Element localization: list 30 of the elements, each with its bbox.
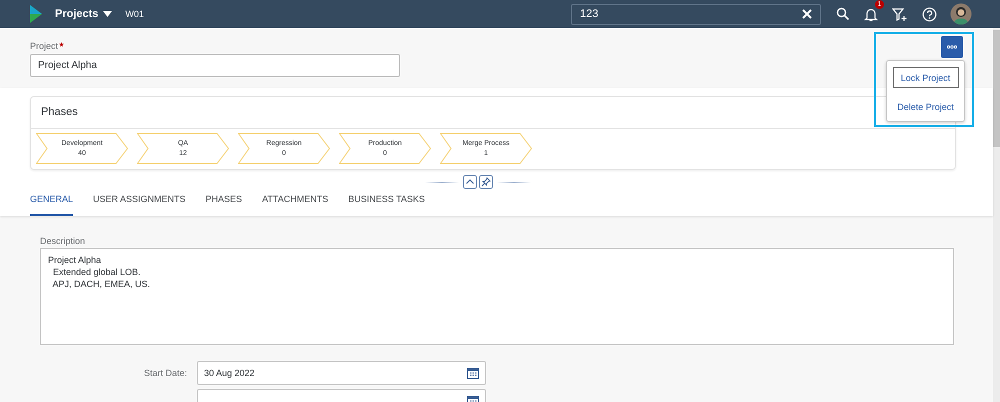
scrollbar-thumb[interactable] bbox=[993, 30, 1000, 147]
tab[interactable]: BUSINESS TASKS bbox=[348, 192, 425, 216]
field-label: Project bbox=[30, 41, 58, 51]
pin-header-button[interactable] bbox=[479, 175, 493, 189]
date-field[interactable]: 30 Aug 2022 bbox=[197, 361, 486, 385]
more-button[interactable] bbox=[941, 36, 963, 58]
filter-add-icon[interactable] bbox=[892, 6, 908, 22]
app-subtitle: W01 bbox=[125, 9, 144, 19]
description-textarea[interactable]: Project Alpha Extended global LOB. APJ, DACH, EMEA, US. bbox=[40, 248, 954, 345]
tab[interactable]: PHASES bbox=[206, 192, 242, 216]
menu-item[interactable]: Delete Project bbox=[892, 96, 958, 117]
menu-item[interactable]: Lock Project bbox=[892, 67, 958, 88]
logo-icon[interactable] bbox=[30, 5, 42, 23]
search-field[interactable]: 123 bbox=[571, 4, 821, 24]
search-icon[interactable] bbox=[836, 7, 850, 21]
help-icon[interactable] bbox=[922, 6, 937, 22]
tab[interactable]: ATTACHMENTS bbox=[262, 192, 328, 216]
notifications-icon[interactable] bbox=[864, 6, 878, 22]
tab[interactable]: GENERAL bbox=[30, 192, 74, 216]
field-label: Description bbox=[40, 236, 86, 248]
tab[interactable]: USER ASSIGNMENTS bbox=[93, 192, 186, 216]
clear-icon[interactable] bbox=[802, 9, 812, 19]
avatar-icon[interactable] bbox=[950, 3, 972, 25]
project-input[interactable]: Project Alpha bbox=[30, 54, 400, 77]
calendar-icon[interactable] bbox=[467, 367, 479, 379]
collapse-header-button[interactable] bbox=[463, 175, 477, 189]
more-icon bbox=[947, 45, 957, 49]
field-label: Start Date: bbox=[142, 368, 188, 378]
scrollbar[interactable] bbox=[993, 28, 1000, 402]
app-menu-button[interactable]: Projects bbox=[55, 8, 112, 20]
